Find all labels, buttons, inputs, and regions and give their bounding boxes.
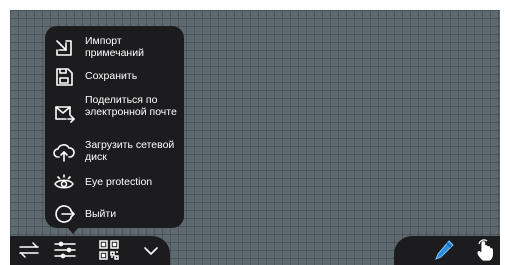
hand-pointer-icon[interactable] [474,238,498,262]
menu-item-import-notes[interactable]: Импорт примечаний [45,33,184,61]
menu-item-label: Поделиться по электронной почте [85,94,177,118]
menu-item-label: Eye protection [85,176,153,188]
qr-code-icon[interactable] [97,238,121,262]
chevron-down-icon[interactable] [139,238,163,262]
menu-item-eye-protection[interactable]: Eye protection [45,170,184,194]
exit-icon [53,203,75,225]
menu-item-label: Загрузить сетевой диск [85,139,175,163]
menu-item-save[interactable]: Сохранить [45,65,184,89]
menu-pointer [67,227,79,234]
menu-item-label: Сохранить [85,70,138,82]
import-icon [53,37,75,59]
menu-item-upload-network-drive[interactable]: Загрузить сетевой диск [45,138,184,166]
menu-item-share-email[interactable]: Поделиться по электронной почте [45,94,184,134]
save-icon [53,66,75,88]
menu-item-exit[interactable]: Выйти [45,202,184,226]
cloud-upload-icon [53,141,75,163]
email-share-icon [53,102,75,124]
settings-sliders-icon[interactable] [53,238,77,262]
more-options-menu: Импорт примечаний Сохранить Поделиться п… [45,26,184,228]
pen-icon[interactable] [432,238,456,262]
menu-item-label: Выйти [85,208,117,220]
eye-protection-icon [53,171,75,193]
menu-item-label: Импорт примечаний [85,35,144,59]
swap-arrows-icon[interactable] [17,238,41,262]
